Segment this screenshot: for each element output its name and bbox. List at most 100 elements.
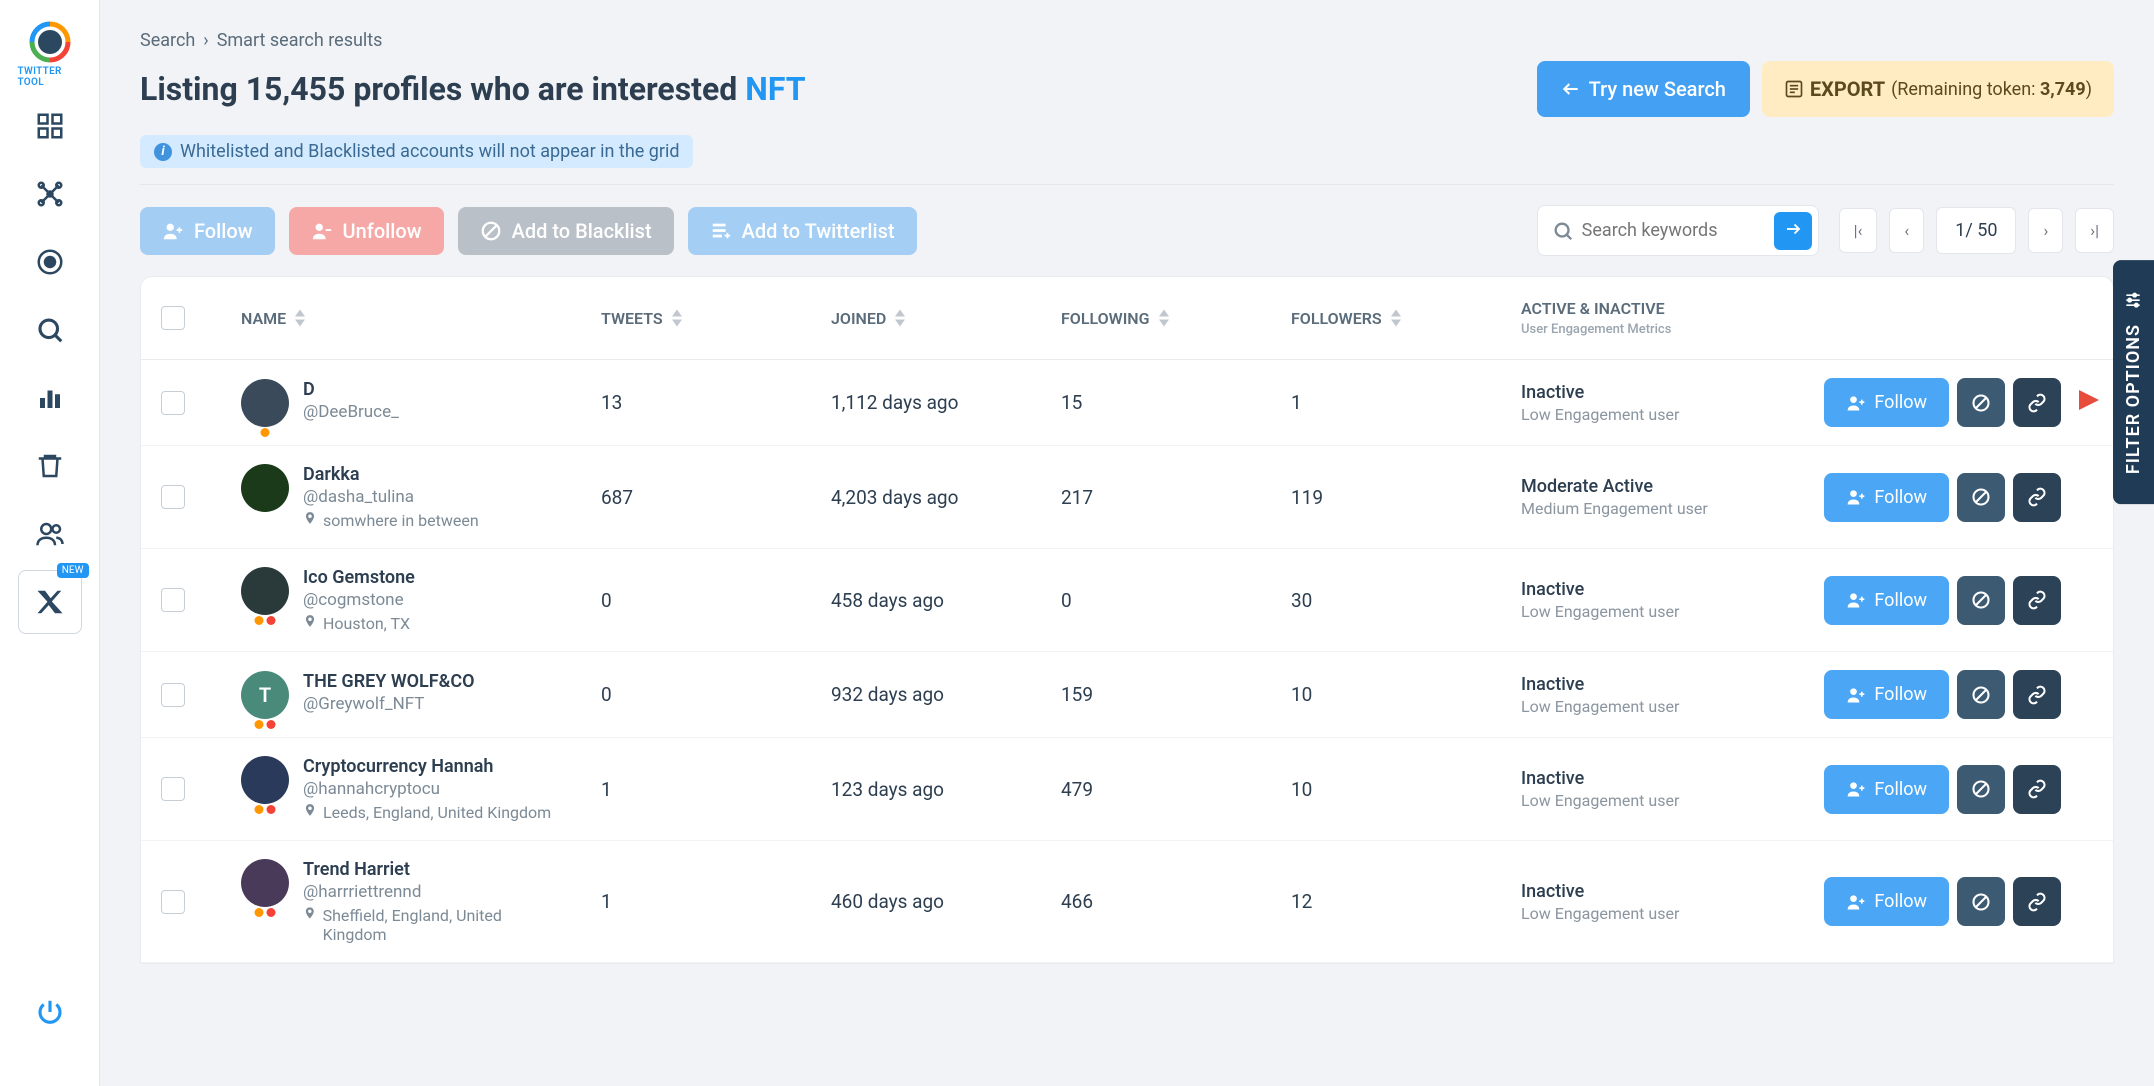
- row-follow-button[interactable]: Follow: [1824, 473, 1949, 522]
- row-checkbox[interactable]: [161, 683, 185, 707]
- follow-label: Follow: [194, 219, 253, 243]
- export-label: EXPORT: [1810, 77, 1885, 101]
- engagement-cell: Inactive Low Engagement user: [1521, 768, 1821, 810]
- profile-handle: @dasha_tulina: [303, 487, 479, 507]
- export-button[interactable]: EXPORT (Remaining token: 3,749): [1762, 61, 2114, 117]
- avatar: [241, 379, 289, 427]
- search-input[interactable]: [1574, 206, 1774, 255]
- engagement-cell: Inactive Low Engagement user: [1521, 881, 1821, 923]
- last-page-button[interactable]: ›|: [2075, 208, 2114, 253]
- row-block-button[interactable]: [1957, 576, 2005, 625]
- power-button[interactable]: [18, 980, 82, 1044]
- row-link-button[interactable]: [2013, 670, 2061, 719]
- row-block-button[interactable]: [1957, 473, 2005, 522]
- sliders-icon: [2124, 290, 2144, 310]
- row-follow-button[interactable]: Follow: [1824, 670, 1949, 719]
- row-block-button[interactable]: [1957, 670, 2005, 719]
- row-follow-button[interactable]: Follow: [1824, 576, 1949, 625]
- blacklist-label: Add to Blacklist: [512, 219, 652, 243]
- engagement-cell: Inactive Low Engagement user: [1521, 579, 1821, 621]
- col-following[interactable]: FOLLOWING: [1061, 309, 1291, 328]
- table-row: Trend Harriet @harrriettrennd Sheffield,…: [141, 841, 2113, 963]
- row-checkbox[interactable]: [161, 777, 185, 801]
- export-token: (Remaining token: 3,749): [1891, 79, 2092, 100]
- next-page-button[interactable]: ›: [2028, 208, 2063, 253]
- page-counter: 1/ 50: [1936, 207, 2016, 254]
- col-name[interactable]: NAME: [241, 309, 601, 328]
- search-submit-button[interactable]: [1774, 212, 1812, 250]
- nav-target[interactable]: [18, 230, 82, 294]
- add-blacklist-button[interactable]: Add to Blacklist: [458, 207, 674, 255]
- avatar: [241, 567, 289, 615]
- page-title: Listing 15,455 profiles who are interest…: [140, 70, 806, 108]
- first-page-button[interactable]: |‹: [1839, 208, 1878, 253]
- status-dots: [255, 805, 276, 814]
- breadcrumb: Search › Smart search results: [140, 30, 2114, 51]
- row-follow-button[interactable]: Follow: [1824, 765, 1949, 814]
- nav-trash[interactable]: [18, 434, 82, 498]
- following-cell: 0: [1061, 589, 1291, 612]
- row-block-button[interactable]: [1957, 877, 2005, 926]
- nav-people[interactable]: [18, 502, 82, 566]
- followers-cell: 10: [1291, 778, 1521, 801]
- row-checkbox[interactable]: [161, 890, 185, 914]
- tweets-cell: 13: [601, 391, 831, 414]
- row-block-button[interactable]: [1957, 765, 2005, 814]
- breadcrumb-root[interactable]: Search: [140, 30, 195, 51]
- row-link-button[interactable]: [2013, 378, 2061, 427]
- prev-page-button[interactable]: ‹: [1889, 208, 1924, 253]
- row-link-button[interactable]: [2013, 877, 2061, 926]
- followers-cell: 12: [1291, 890, 1521, 913]
- followers-cell: 119: [1291, 486, 1521, 509]
- row-checkbox[interactable]: [161, 485, 185, 509]
- avatar: [241, 464, 289, 512]
- col-joined[interactable]: JOINED: [831, 309, 1061, 328]
- avatar: T: [241, 671, 289, 719]
- nav-search[interactable]: [18, 298, 82, 362]
- profile-handle: @cogmstone: [303, 590, 415, 610]
- bulk-follow-button[interactable]: Follow: [140, 207, 275, 255]
- export-icon: [1784, 79, 1804, 99]
- person-add-icon: [1846, 779, 1866, 799]
- divider: [140, 184, 2114, 185]
- col-tweets[interactable]: TWEETS: [601, 309, 831, 328]
- person-remove-icon: [311, 220, 333, 242]
- row-checkbox[interactable]: [161, 391, 185, 415]
- table-header: NAME TWEETS JOINED FOLLOWING FOLLOWERS A…: [141, 277, 2113, 360]
- title-text: Listing 15,455 profiles who are interest…: [140, 70, 737, 108]
- status-dots: [261, 428, 270, 437]
- nav-analytics[interactable]: [18, 366, 82, 430]
- profile-name: Darkka: [303, 464, 479, 485]
- block-icon: [1971, 393, 1991, 413]
- person-add-icon: [1846, 487, 1866, 507]
- new-search-label: Try new Search: [1589, 77, 1726, 101]
- filter-options-tab[interactable]: FILTER OPTIONS: [2113, 260, 2154, 504]
- arrow-right-icon: [1784, 220, 1802, 238]
- select-all-checkbox[interactable]: [161, 306, 185, 330]
- list-add-icon: [710, 220, 732, 242]
- nav-dashboard[interactable]: [18, 94, 82, 158]
- block-icon: [1971, 487, 1991, 507]
- bulk-unfollow-button[interactable]: Unfollow: [289, 207, 444, 255]
- try-new-search-button[interactable]: Try new Search: [1537, 61, 1750, 117]
- main-content: Search › Smart search results Listing 15…: [100, 0, 2154, 1086]
- nav-twitter-x[interactable]: NEW: [18, 570, 82, 634]
- twitterlist-label: Add to Twitterlist: [742, 219, 895, 243]
- info-banner: i Whitelisted and Blacklisted accounts w…: [140, 135, 693, 168]
- col-followers[interactable]: FOLLOWERS: [1291, 309, 1521, 328]
- profile-name: Ico Gemstone: [303, 567, 415, 588]
- joined-cell: 4,203 days ago: [831, 486, 1061, 509]
- row-block-button[interactable]: [1957, 378, 2005, 427]
- row-link-button[interactable]: [2013, 765, 2061, 814]
- location-icon: [303, 511, 317, 525]
- row-checkbox[interactable]: [161, 588, 185, 612]
- row-link-button[interactable]: [2013, 576, 2061, 625]
- person-add-icon: [1846, 590, 1866, 610]
- nav-network[interactable]: [18, 162, 82, 226]
- sort-icon: [1390, 309, 1402, 327]
- row-link-button[interactable]: [2013, 473, 2061, 522]
- add-twitterlist-button[interactable]: Add to Twitterlist: [688, 207, 917, 255]
- row-follow-button[interactable]: Follow: [1824, 378, 1949, 427]
- person-add-icon: [1846, 393, 1866, 413]
- row-follow-button[interactable]: Follow: [1824, 877, 1949, 926]
